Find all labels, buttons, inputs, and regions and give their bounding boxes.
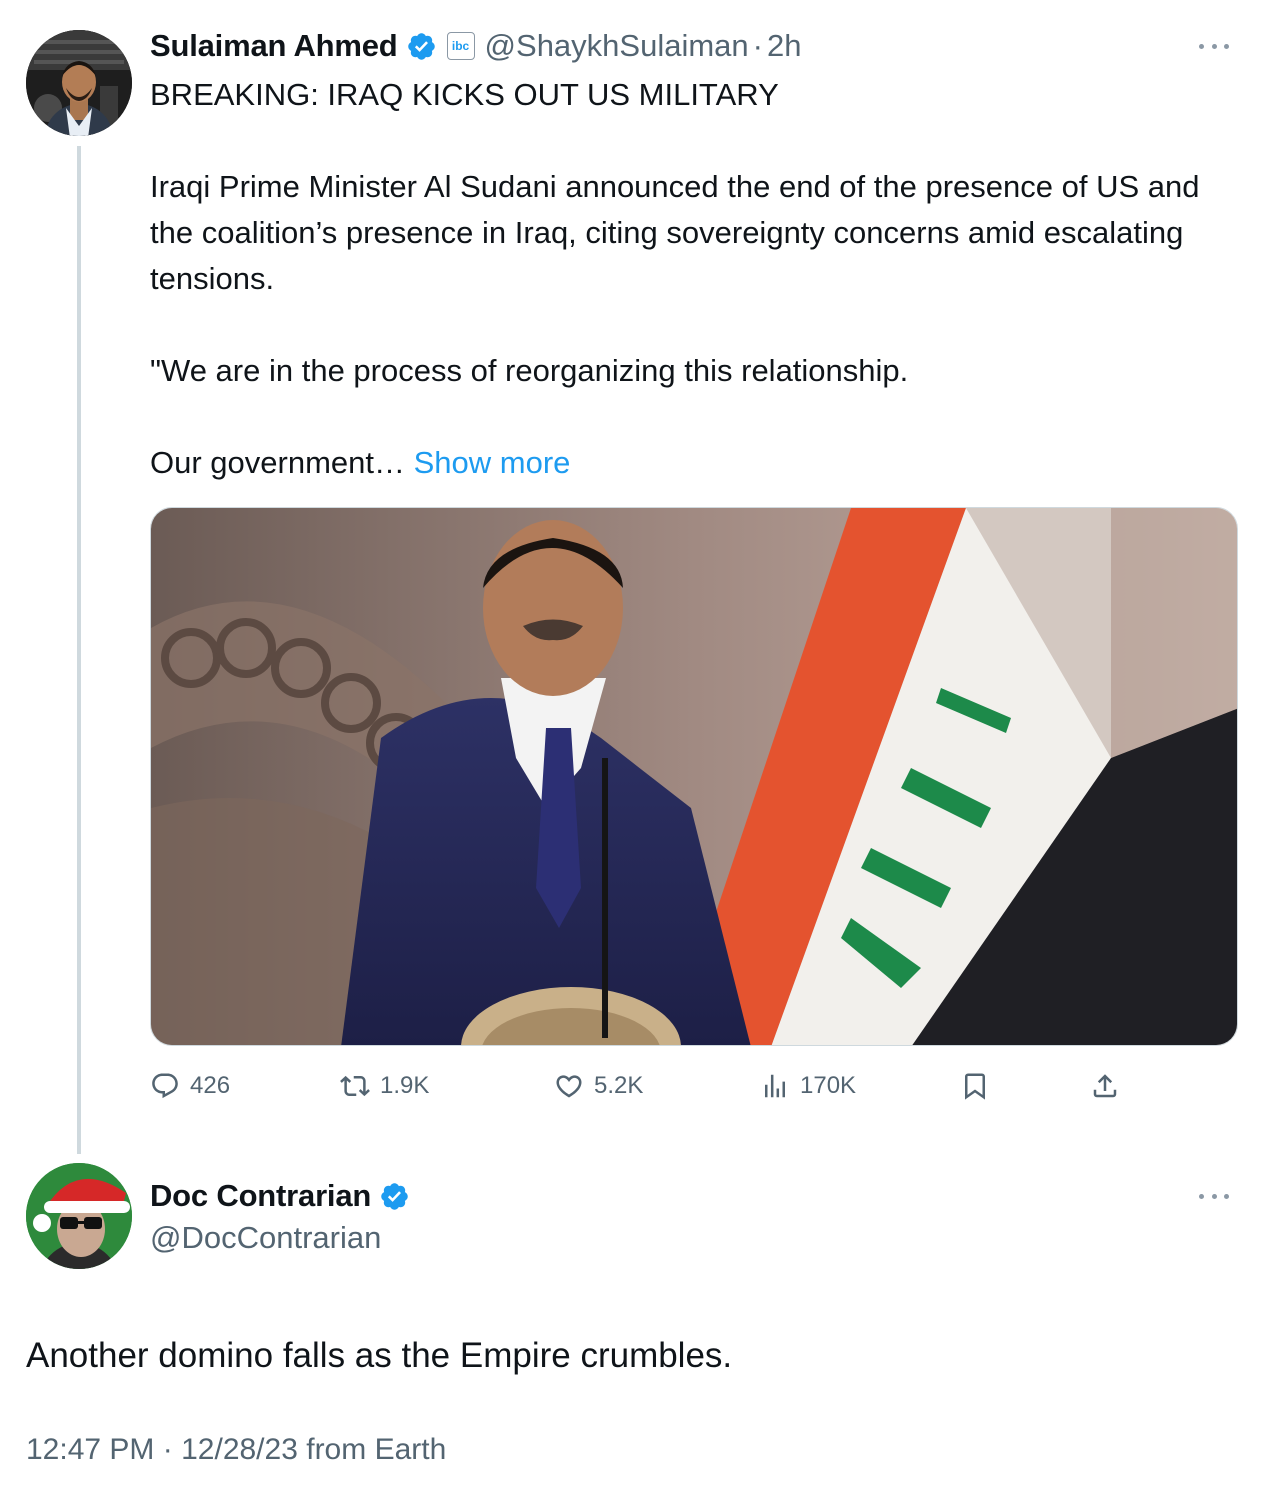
retweet-button[interactable]: 1.9K bbox=[340, 1064, 429, 1108]
show-more-link[interactable]: Show more bbox=[414, 445, 571, 480]
author-handle[interactable]: @ShaykhSulaiman bbox=[485, 28, 749, 64]
reply-author-row: Doc Contrarian bbox=[150, 1176, 410, 1216]
tweet-actions-bar: 426 1.9K 5.2K 170K bbox=[150, 1064, 1150, 1108]
reply-icon bbox=[152, 1073, 178, 1099]
verified-badge-icon[interactable] bbox=[379, 1181, 410, 1212]
retweet-count: 1.9K bbox=[380, 1072, 430, 1099]
thread-connector-line bbox=[77, 146, 81, 1154]
separator-dot: · bbox=[752, 28, 763, 63]
tweet-headline: BREAKING: IRAQ KICKS OUT US MILITARY bbox=[150, 77, 779, 112]
view-count: 170K bbox=[800, 1072, 857, 1099]
reply-source: from Earth bbox=[306, 1433, 447, 1466]
views-button[interactable]: 170K bbox=[760, 1064, 856, 1108]
bookmark-button[interactable] bbox=[960, 1064, 990, 1108]
tweet-text: BREAKING: IRAQ KICKS OUT US MILITARY Ira… bbox=[150, 72, 1245, 486]
reply-button[interactable]: 426 bbox=[150, 1064, 230, 1108]
photo-icon bbox=[151, 508, 1237, 1045]
tweet-truncated-paragraph: Our government… Show more bbox=[150, 440, 1245, 486]
reply-date[interactable]: 12/28/23 bbox=[181, 1433, 298, 1466]
reply-author-display-name[interactable]: Doc Contrarian bbox=[150, 1178, 371, 1214]
avatar[interactable] bbox=[26, 30, 132, 136]
more-options-icon[interactable] bbox=[1199, 41, 1229, 51]
author-row: Sulaiman Ahmed ibc @ShaykhSulaiman · 2h bbox=[150, 26, 801, 66]
reply-time[interactable]: 12:47 PM bbox=[26, 1433, 154, 1466]
reply-text: Another domino falls as the Empire crumb… bbox=[26, 1336, 733, 1375]
author-display-name[interactable]: Sulaiman Ahmed bbox=[150, 28, 398, 64]
tweet-timestamp[interactable]: 2h bbox=[767, 28, 801, 64]
like-count: 5.2K bbox=[594, 1072, 644, 1099]
tweet-quote: "We are in the process of reorganizing t… bbox=[150, 353, 909, 388]
affiliate-badge-icon[interactable]: ibc bbox=[446, 32, 475, 60]
reply-author-handle[interactable]: @DocContrarian bbox=[150, 1220, 381, 1256]
reply-meta: 12:47 PM · 12/28/23 from Earth bbox=[26, 1433, 446, 1467]
reply-count: 426 bbox=[190, 1072, 231, 1099]
separator-dot: · bbox=[162, 1433, 173, 1466]
more-options-icon[interactable] bbox=[1199, 1191, 1229, 1201]
share-icon bbox=[1093, 1074, 1117, 1098]
bookmark-icon bbox=[965, 1073, 985, 1100]
share-button[interactable] bbox=[1090, 1064, 1120, 1108]
tweet-photo[interactable] bbox=[150, 507, 1238, 1046]
retweet-icon bbox=[340, 1075, 370, 1097]
heart-icon bbox=[556, 1075, 582, 1098]
avatar[interactable] bbox=[26, 1163, 132, 1269]
like-button[interactable]: 5.2K bbox=[554, 1064, 643, 1108]
tweet-truncated-text: Our government… bbox=[150, 445, 405, 480]
views-chart-icon bbox=[765, 1074, 785, 1098]
tweet-paragraph: Iraqi Prime Minister Al Sudani announced… bbox=[150, 169, 1200, 296]
verified-badge-icon[interactable] bbox=[406, 31, 437, 62]
